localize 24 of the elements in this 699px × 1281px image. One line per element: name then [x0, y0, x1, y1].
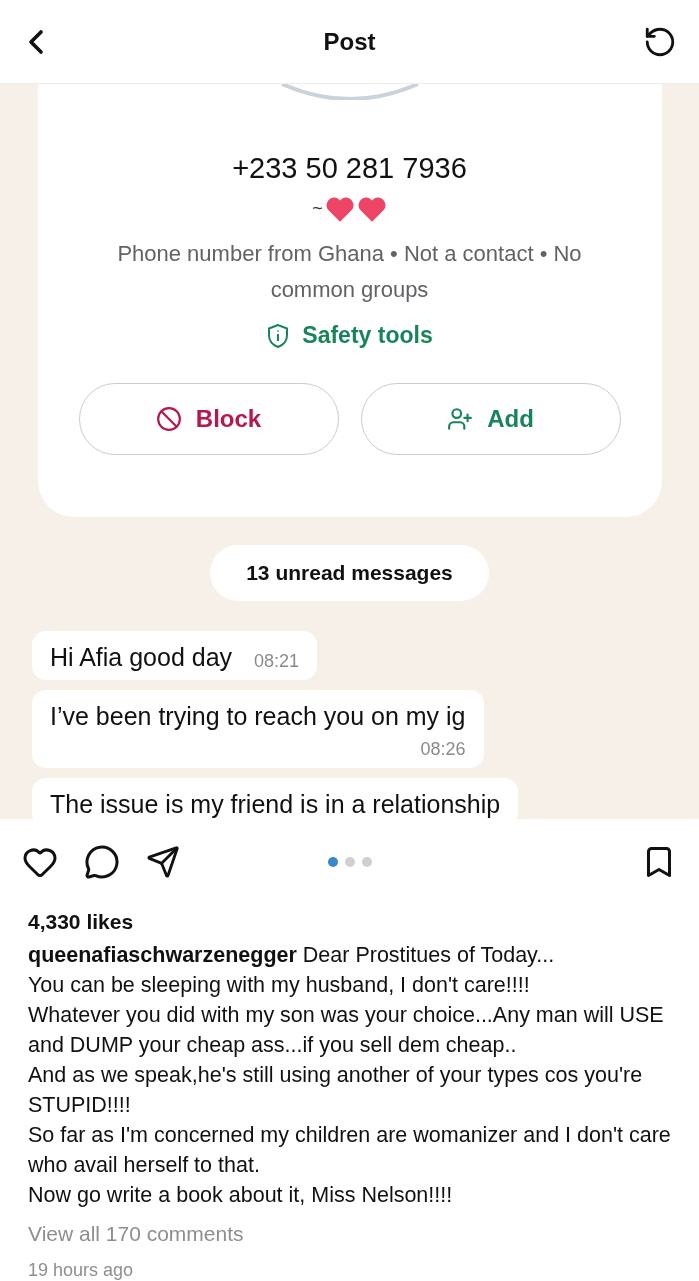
comment-icon[interactable]	[84, 843, 120, 880]
message-text: Hi Afia good day	[50, 643, 233, 673]
phone-number: +233 50 281 7936	[232, 152, 467, 186]
message-time: 08:21	[254, 651, 300, 673]
post-caption: queenafiaschwarzenegger Dear Prostitues of Today... You can be sleeping with my husband, I don't care!!!! Whatever you did with my son was your choice...Any man will USE and DUMP your cheap ass...if you sell dem cheap.. And as we speak,he's still using another of your types cos you're STUPID!!!! So far as I'm concerned my children are womanizer and I don't care who avail herself to that. Now go write a book about it, Miss Nelson!!!!	[28, 942, 671, 1209]
contact-info: Phone number from Ghana • Not a contact • No common groups	[116, 240, 583, 305]
add-button[interactable]: Add	[360, 383, 621, 456]
safety-tools-link[interactable]: Safety tools	[266, 322, 433, 350]
heart-icon	[324, 195, 355, 223]
block-icon	[155, 406, 182, 433]
add-contact-icon	[447, 406, 474, 433]
block-button[interactable]: Block	[78, 383, 339, 456]
about-text: ~	[312, 198, 323, 220]
share-icon[interactable]	[146, 844, 180, 879]
page-title: Post	[323, 27, 376, 56]
heart-icon	[356, 195, 387, 223]
likes-count: 4,330 likes	[28, 910, 135, 934]
message-text: The issue is my friend is in a relationship	[50, 790, 501, 819]
shield-icon	[266, 322, 291, 349]
message-time: 08:26	[420, 739, 466, 761]
unread-banner: 13 unread messages	[210, 545, 489, 602]
message-text: I’ve been trying to reach you on my ig	[50, 702, 466, 732]
view-comments-link[interactable]: View all 170 comments	[28, 1222, 671, 1246]
post-time: 19 hours ago	[28, 1260, 135, 1281]
